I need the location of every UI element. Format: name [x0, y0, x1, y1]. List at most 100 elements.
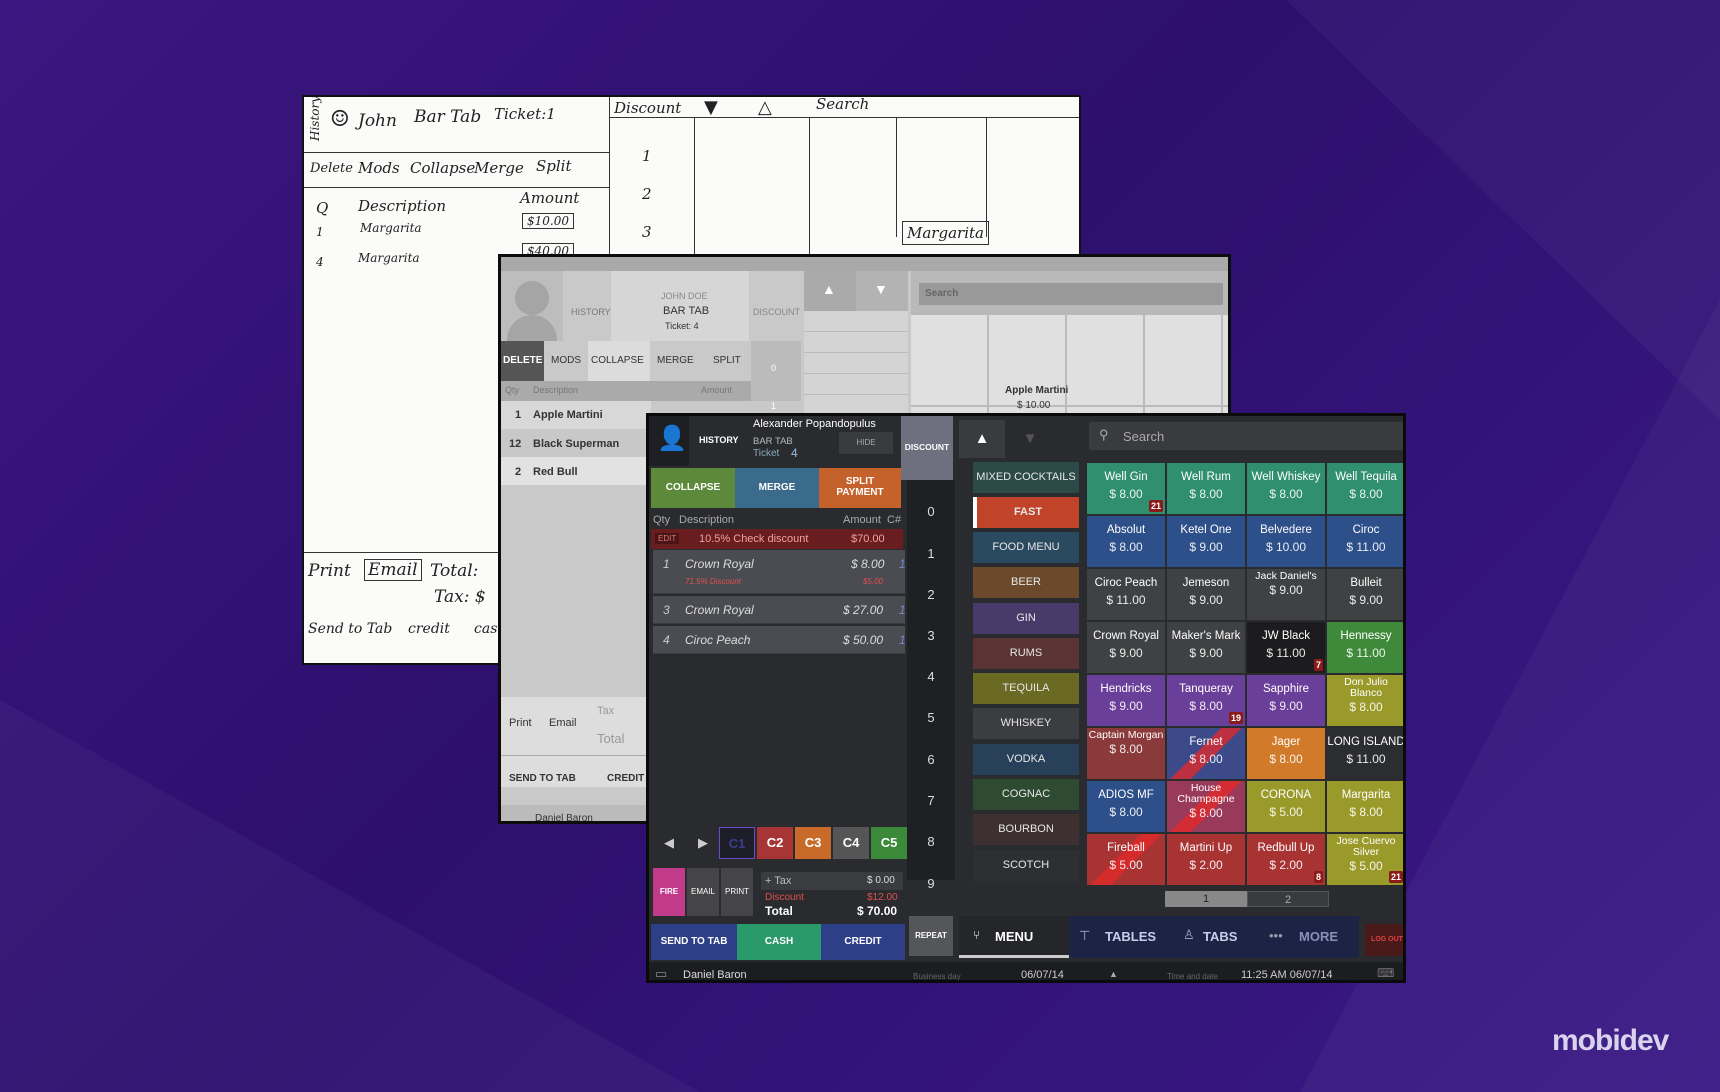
- category-scotch[interactable]: SCOTCH: [973, 850, 1079, 881]
- check-c2[interactable]: C2: [757, 827, 793, 859]
- menu-item-tile[interactable]: Sapphire $ 9.00: [1247, 675, 1325, 726]
- hide-button[interactable]: HIDE: [839, 432, 893, 454]
- discount-button[interactable]: DISCOUNT: [901, 416, 953, 480]
- wire-tab-collapse[interactable]: COLLAPSE: [591, 355, 644, 366]
- nav-tabs[interactable]: ♙ TABS: [1173, 916, 1259, 958]
- merge-button[interactable]: MERGE: [735, 468, 819, 508]
- category-bourbon[interactable]: BOURBON: [973, 814, 1079, 845]
- cash-button[interactable]: CASH: [737, 924, 821, 960]
- check-c1[interactable]: C1: [719, 827, 755, 859]
- menu-item-tile[interactable]: Jose Cuervo Silver $ 5.00 21: [1327, 834, 1403, 885]
- menu-item-tile[interactable]: CORONA $ 5.00: [1247, 781, 1325, 832]
- category-beer[interactable]: BEER: [973, 567, 1079, 598]
- menu-item-tile[interactable]: Well Whiskey $ 8.00: [1247, 463, 1325, 514]
- menu-item-tile[interactable]: Don Julio Blanco $ 8.00: [1327, 675, 1403, 726]
- print-button[interactable]: PRINT: [721, 868, 753, 916]
- chevron-right-icon[interactable]: ▶: [687, 827, 719, 859]
- table-row[interactable]: 4 Ciroc Peach $ 50.00 1: [653, 626, 906, 654]
- nav-more[interactable]: ••• MORE: [1259, 916, 1359, 958]
- page-1[interactable]: 1: [1165, 891, 1247, 907]
- table-row[interactable]: 3 Crown Royal $ 27.00 1: [653, 596, 906, 624]
- menu-item-tile[interactable]: Fireball $ 5.00: [1087, 834, 1165, 885]
- split-payment-button[interactable]: SPLIT PAYMENT: [819, 468, 901, 508]
- numpad-key[interactable]: 1: [907, 546, 955, 561]
- menu-item-tile[interactable]: Martini Up $ 2.00: [1167, 834, 1245, 885]
- wire-tab-split[interactable]: SPLIT: [713, 355, 741, 366]
- collapse-button[interactable]: COLLAPSE: [651, 468, 735, 508]
- category-whiskey[interactable]: WHISKEY: [973, 708, 1079, 739]
- menu-item-tile[interactable]: Redbull Up $ 2.00 8: [1247, 834, 1325, 885]
- edit-button[interactable]: EDIT: [655, 533, 680, 544]
- discount-row[interactable]: EDIT 10.5% Check discount $70.00: [651, 529, 903, 549]
- menu-item-tile[interactable]: Crown Royal $ 9.00: [1087, 622, 1165, 673]
- menu-item-tile[interactable]: Captain Morgan $ 8.00: [1087, 728, 1165, 779]
- tax-label[interactable]: + Tax: [765, 875, 791, 887]
- menu-item-tile[interactable]: House Champagne $ 8.00: [1167, 781, 1245, 832]
- menu-item-tile[interactable]: Fernet $ 8.00: [1167, 728, 1245, 779]
- numpad-key[interactable]: 7: [907, 793, 955, 808]
- check-c3[interactable]: C3: [795, 827, 831, 859]
- chevron-down-icon[interactable]: ▼: [1007, 420, 1053, 458]
- menu-item-tile[interactable]: Margarita $ 8.00: [1327, 781, 1403, 832]
- category-gin[interactable]: GIN: [973, 603, 1079, 634]
- fire-button[interactable]: FIRE: [653, 868, 685, 916]
- menu-item-tile[interactable]: Jack Daniel's $ 9.00: [1247, 569, 1325, 620]
- numpad-key[interactable]: 2: [907, 587, 955, 602]
- scroll-down-button[interactable]: ▼: [856, 271, 908, 311]
- numpad-key[interactable]: 9: [907, 876, 955, 891]
- wire-credit[interactable]: CREDIT: [607, 773, 644, 784]
- chevron-up-icon[interactable]: ▲: [959, 420, 1005, 458]
- category-cognac[interactable]: COGNAC: [973, 779, 1079, 810]
- chevron-left-icon[interactable]: ◀: [653, 827, 685, 859]
- menu-item-tile[interactable]: Maker's Mark $ 9.00: [1167, 622, 1245, 673]
- nav-menu[interactable]: ⑂ MENU: [959, 916, 1069, 958]
- numpad-key[interactable]: 8: [907, 834, 955, 849]
- table-row[interactable]: 1 Crown Royal $ 8.00 1 71.5% Discount $5…: [653, 550, 906, 594]
- menu-item-tile[interactable]: Ketel One $ 9.00: [1167, 516, 1245, 567]
- menu-item-tile[interactable]: Jemeson $ 9.00: [1167, 569, 1245, 620]
- menu-item-tile[interactable]: Hendricks $ 9.00: [1087, 675, 1165, 726]
- menu-item-tile[interactable]: Absolut $ 8.00: [1087, 516, 1165, 567]
- logout-button[interactable]: LOG OUT: [1365, 924, 1403, 956]
- send-to-tab-button[interactable]: SEND TO TAB: [651, 924, 737, 960]
- check-c4[interactable]: C4: [833, 827, 869, 859]
- credit-button[interactable]: CREDIT: [821, 924, 905, 960]
- scroll-up-button[interactable]: ▲: [804, 271, 856, 311]
- wire-tile-name[interactable]: Apple Martini: [1005, 385, 1068, 396]
- menu-item-tile[interactable]: Ciroc Peach $ 11.00: [1087, 569, 1165, 620]
- menu-item-tile[interactable]: Well Tequila $ 8.00: [1327, 463, 1403, 514]
- wire-email[interactable]: Email: [549, 717, 577, 729]
- menu-item-tile[interactable]: Belvedere $ 10.00: [1247, 516, 1325, 567]
- wire-send-to-tab[interactable]: SEND TO TAB: [509, 773, 576, 784]
- repeat-button[interactable]: REPEAT: [909, 916, 953, 956]
- nav-tables[interactable]: ⊤ TABLES: [1069, 916, 1173, 958]
- menu-item-tile[interactable]: Well Gin $ 8.00 21: [1087, 463, 1165, 514]
- wire-tab-mods[interactable]: MODS: [551, 355, 581, 366]
- category-vodka[interactable]: VODKA: [973, 744, 1079, 775]
- category-food-menu[interactable]: FOOD MENU: [973, 532, 1079, 563]
- history-button[interactable]: HISTORY: [699, 435, 739, 445]
- menu-item-tile[interactable]: Hennessy $ 11.00: [1327, 622, 1403, 673]
- numpad-key[interactable]: 0: [907, 504, 955, 519]
- menu-item-tile[interactable]: JW Black $ 11.00 7: [1247, 622, 1325, 673]
- numpad-key[interactable]: 6: [907, 752, 955, 767]
- search-input[interactable]: ⚲ Search: [1089, 422, 1403, 450]
- search-input[interactable]: Search: [919, 283, 1223, 305]
- category-tequila[interactable]: TEQUILA: [973, 673, 1079, 704]
- wire-num[interactable]: 1: [771, 401, 776, 411]
- chevron-up-icon[interactable]: ▲: [1109, 969, 1118, 979]
- menu-item-tile[interactable]: Well Rum $ 8.00: [1167, 463, 1245, 514]
- category-rums[interactable]: RUMS: [973, 638, 1079, 669]
- menu-item-tile[interactable]: LONG ISLAND $ 11.00: [1327, 728, 1403, 779]
- menu-item-tile[interactable]: Bulleit $ 9.00: [1327, 569, 1403, 620]
- check-c5[interactable]: C5: [871, 827, 907, 859]
- menu-item-tile[interactable]: Tanqueray $ 8.00 19: [1167, 675, 1245, 726]
- wire-print[interactable]: Print: [509, 717, 532, 729]
- category-fast[interactable]: FAST: [973, 497, 1079, 528]
- menu-item-tile[interactable]: Ciroc $ 11.00: [1327, 516, 1403, 567]
- wire-num[interactable]: 0: [771, 363, 776, 373]
- category-mixed-cocktails[interactable]: MIXED COCKTAILS: [973, 462, 1079, 493]
- page-2[interactable]: 2: [1247, 891, 1329, 907]
- numpad-key[interactable]: 5: [907, 710, 955, 725]
- numpad-key[interactable]: 4: [907, 669, 955, 684]
